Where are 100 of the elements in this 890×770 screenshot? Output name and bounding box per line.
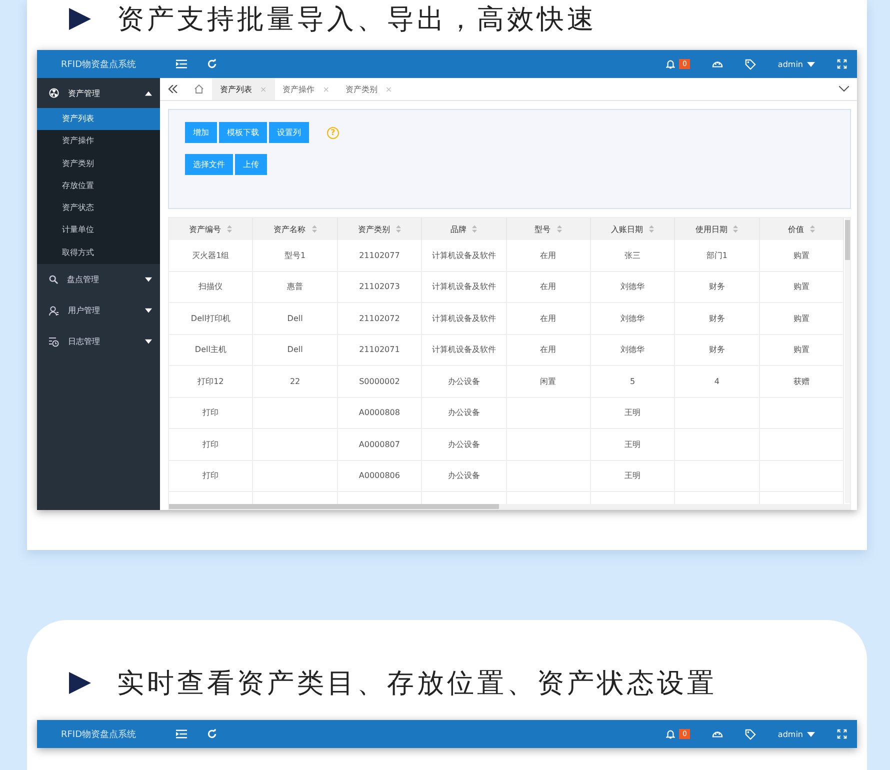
table-cell: 闲置 [506, 366, 591, 398]
menu-group-label: 用户管理 [68, 305, 101, 316]
user-icon [49, 306, 59, 316]
user-menu[interactable]: admin [778, 730, 803, 738]
tab[interactable]: 资产操作 × [274, 78, 338, 100]
table-cell: 张三 [590, 240, 676, 272]
table-cell: 在用 [506, 272, 591, 303]
table-cell: A0000808 [338, 398, 422, 429]
column-title: 资产编号 [189, 224, 222, 234]
tag-icon[interactable] [744, 728, 756, 740]
column-title: 资产类别 [358, 224, 390, 234]
table-cell: 型号1 [253, 240, 338, 272]
sidebar-item[interactable]: 资产状态 [37, 197, 160, 220]
log-icon [49, 336, 59, 347]
table-cell: 打印12 [169, 366, 254, 398]
menu-group-label: 资产管理 [68, 88, 101, 98]
column-header[interactable]: 使用日期 [675, 218, 760, 240]
table-cell: 在用 [506, 240, 591, 272]
table-cell: 办公设备 [422, 429, 506, 460]
table-cell: 购置 [760, 303, 844, 334]
table-cell: 部门1 [675, 240, 760, 272]
app-title: RFID物资盘点系统 [60, 58, 137, 70]
table-cell: 灭火器1组 [169, 240, 254, 272]
column-title: 品牌 [450, 224, 466, 234]
table-cell: 财务 [675, 334, 760, 366]
app-title: RFID物资盘点系统 [60, 728, 137, 740]
table-cell: 在用 [506, 303, 591, 334]
table-cell: 计算机设备及软件 [422, 240, 506, 272]
column-title: 使用日期 [695, 224, 728, 234]
table-cell: A0000806 [338, 460, 422, 492]
column-header[interactable]: 型号 [506, 218, 591, 240]
table-cell: S0000002 [338, 366, 422, 398]
sidebar-item[interactable]: 资产列表 [37, 108, 160, 130]
table-cell: 扫描仪 [169, 272, 254, 303]
table-cell: 惠普 [253, 272, 338, 303]
play-icon [69, 672, 91, 694]
section-title: 资产支持批量导入、导出，高效快速 [117, 3, 597, 37]
menu-group[interactable]: 用户管理 [37, 295, 160, 326]
caret-icon [145, 308, 152, 314]
table-cell: 在用 [506, 334, 591, 366]
tab-label: 资产类别 [345, 84, 378, 94]
table-cell: 王明 [590, 460, 676, 492]
bell-icon[interactable] [666, 729, 676, 739]
sidebar-item[interactable]: 计量单位 [37, 219, 160, 242]
table-cell: 计算机设备及软件 [422, 272, 506, 303]
menu-icon[interactable] [176, 729, 187, 739]
vertical-scrollbar[interactable] [845, 218, 850, 503]
menu-icon[interactable] [176, 59, 187, 69]
table-cell: A0000807 [338, 429, 422, 460]
table-cell: 王明 [590, 429, 676, 460]
tab-label: 资产列表 [220, 84, 252, 94]
table-cell: 打印 [169, 460, 254, 492]
column-header[interactable]: 资产类别 [338, 218, 422, 240]
table-cell: 打印 [169, 398, 254, 429]
sidebar-item[interactable]: 资产操作 [37, 130, 160, 153]
menu-group-label: 盘点管理 [67, 274, 100, 286]
column-header[interactable]: 资产编号 [169, 218, 254, 240]
palette-icon[interactable] [712, 729, 723, 739]
menu-group-label: 日志管理 [68, 336, 101, 348]
caret-icon [807, 62, 815, 66]
tag-icon[interactable] [744, 58, 756, 70]
refresh-icon[interactable] [207, 59, 217, 69]
section-title: 实时查看资产类目、存放位置、资产状态设置 [117, 667, 717, 701]
table-cell: 获赠 [760, 366, 844, 398]
table-cell: Dell [253, 334, 338, 366]
column-header[interactable]: 价值 [760, 218, 844, 240]
double-chevron-icon[interactable] [168, 85, 178, 93]
column-header[interactable]: 入账日期 [590, 218, 676, 240]
table-cell: 21102073 [338, 272, 422, 303]
table-cell: 22 [253, 366, 338, 398]
table-cell: 21102071 [338, 334, 422, 366]
tab[interactable]: 资产类别 × [337, 78, 400, 100]
column-header[interactable]: 资产名称 [253, 218, 338, 240]
search-icon [49, 275, 58, 284]
caret-icon [145, 339, 152, 344]
refresh-icon[interactable] [207, 729, 217, 739]
menu-group[interactable]: 盘点管理 [37, 264, 160, 296]
tab[interactable]: 资产列表 × [212, 78, 275, 100]
menu-group[interactable]: 日志管理 [37, 326, 160, 358]
bell-icon[interactable] [666, 59, 676, 69]
column-title: 资产名称 [274, 224, 306, 234]
horizontal-scrollbar[interactable] [169, 504, 850, 509]
sidebar-item[interactable]: 资产类别 [37, 152, 160, 175]
table-cell: 购置 [760, 240, 844, 272]
fullscreen-icon[interactable] [837, 729, 847, 739]
palette-icon[interactable] [712, 59, 723, 69]
chevron-down-icon[interactable] [839, 86, 849, 92]
sidebar-item[interactable]: 取得方式 [37, 242, 160, 264]
column-title: 价值 [788, 224, 804, 234]
column-header[interactable]: 品牌 [422, 218, 506, 240]
home-icon[interactable] [194, 84, 204, 94]
fullscreen-icon[interactable] [837, 59, 847, 69]
user-menu[interactable]: admin [778, 60, 803, 68]
play-icon [69, 8, 91, 30]
sidebar-item[interactable]: 存放位置 [37, 174, 160, 198]
table-cell: 4 [675, 366, 760, 398]
table-cell: 刘德华 [590, 272, 676, 303]
menu-group[interactable]: 资产管理 [37, 78, 160, 108]
tab-label: 资产操作 [282, 84, 315, 94]
caret-icon [145, 90, 152, 96]
